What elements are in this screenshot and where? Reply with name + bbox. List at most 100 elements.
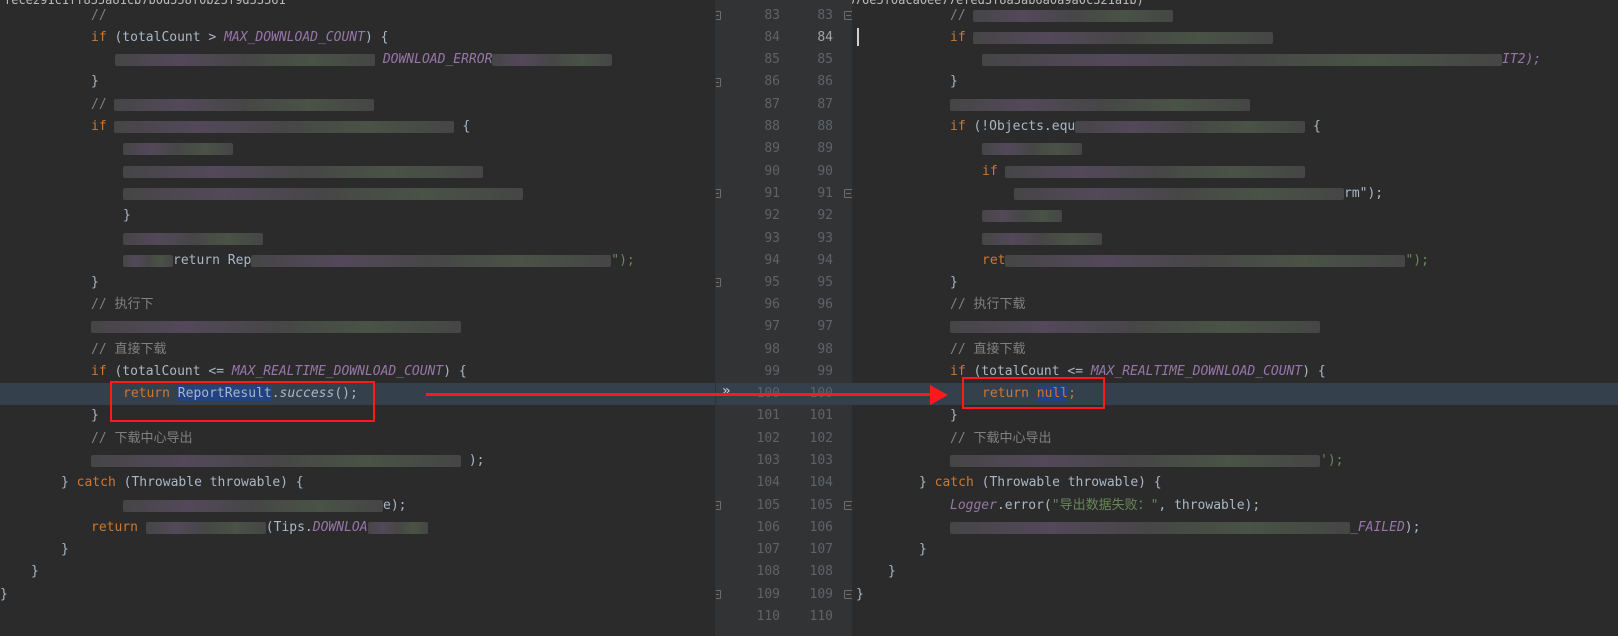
left-line-number: 110 [756,609,780,624]
fold-marker-icon[interactable] [716,11,721,20]
code-line: // 直接下载 [950,342,1026,357]
code-line: // [91,8,107,23]
code-line: ret "); [982,253,1429,268]
code-line: if [852,27,1618,49]
code-line: IT2); [852,49,1618,71]
left-line-number: 87 [764,97,780,112]
code-line: if (totalCount > MAX_DOWNLOAD_COUNT) { [91,30,389,45]
code-line: // 下载中心导出 [950,431,1052,446]
left-line-number: 99 [764,364,780,379]
right-line-number: 102 [809,431,833,446]
code-line [852,138,1618,160]
code-line: // 执行下 [91,297,154,312]
code-line: if (totalCount <= MAX_REALTIME_DOWNLOAD_… [91,364,467,379]
code-line: } catch (Throwable throwable) { [919,475,1162,490]
fold-marker-icon[interactable] [716,189,721,198]
code-line: ); [0,450,715,472]
left-line-number: 101 [756,408,780,423]
right-line-number: 98 [817,342,833,357]
fold-marker-icon[interactable] [716,590,721,599]
left-line-number: 103 [756,453,780,468]
code-line: } [950,275,958,290]
code-line: } [919,542,927,557]
left-line-number: 90 [764,164,780,179]
left-line-number: 85 [764,52,780,67]
code-line: return (Tips.DOWNLOA [0,517,715,539]
left-line-number: 95 [764,275,780,290]
diff-gutter: 83 83 84 84 85 85 86 86 87 87 88 88 89 89 90 90 91 91 92 92… [715,0,853,636]
left-line-number: 98 [764,342,780,357]
code-line: _FAILED); [852,517,1618,539]
right-line-number: 88 [817,119,833,134]
code-line [852,316,1618,338]
right-line-number: 104 [809,475,833,490]
code-line [0,161,715,183]
code-line: } [950,74,958,89]
left-line-number: 104 [756,475,780,490]
annotation-arrow-line [426,393,938,396]
code-line: } [91,275,99,290]
right-line-number: 86 [817,74,833,89]
right-line-number: 91 [817,186,833,201]
code-line: // [852,5,1618,27]
right-line-number: 99 [817,364,833,379]
code-line: } [0,587,8,602]
code-line: } [31,564,39,579]
code-line: if (!Objects.equ { [950,119,1321,134]
left-line-number: 86 [764,74,780,89]
fold-marker-icon[interactable] [716,501,721,510]
right-line-number: 89 [817,141,833,156]
left-line-number: 92 [764,208,780,223]
right-line-number: 96 [817,297,833,312]
code-line [0,316,715,338]
right-line-number: 92 [817,208,833,223]
code-line: rm"); [852,183,1618,205]
code-line: } [91,74,99,89]
right-line-number: 101 [809,408,833,423]
code-line [0,183,715,205]
left-line-number: 102 [756,431,780,446]
left-line-number: 94 [764,253,780,268]
right-line-number: 103 [809,453,833,468]
text-caret [857,28,859,46]
code-line: '); [852,450,1618,472]
code-line: } [61,542,69,557]
annotation-arrow-head-icon [930,385,948,405]
right-line-number: 85 [817,52,833,67]
code-line: Logger.error("导出数据失败：", throwable); [950,498,1261,513]
code-line [852,94,1618,116]
code-line [852,205,1618,227]
fold-marker-icon[interactable] [716,78,721,87]
code-line: if { [91,119,471,134]
left-line-number: 83 [764,8,780,23]
code-line: } [123,208,131,223]
code-line: } [856,587,864,602]
right-line-number: 106 [809,520,833,535]
highlight-box-right [962,377,1105,409]
fold-marker-icon[interactable] [716,278,721,287]
code-line: e); [0,495,715,517]
code-line: } catch (Throwable throwable) { [61,475,304,490]
right-line-number: 93 [817,231,833,246]
code-line: // 下载中心导出 [91,431,193,446]
left-editor-pane[interactable]: fece291c1ff855a81cb7b0d558f0b25f9d53561 … [0,0,715,636]
code-line: DOWNLOAD_ERROR [0,49,715,71]
right-editor-pane[interactable]: Local (076e5f0aca0ee77efed3f8a5ab6a0a9a0… [852,0,1618,636]
right-line-number: 90 [817,164,833,179]
code-line: // 执行下载 [950,297,1026,312]
code-line: } [888,564,896,579]
left-line-number: 97 [764,319,780,334]
code-line [852,228,1618,250]
highlight-box-left [110,381,375,422]
right-line-number: 97 [817,319,833,334]
left-line-number: 106 [756,520,780,535]
left-line-number: 88 [764,119,780,134]
left-line-number: 84 [764,30,780,45]
left-line-number: 107 [756,542,780,557]
right-line-number: 107 [809,542,833,557]
code-line [0,138,715,160]
right-line-number: 94 [817,253,833,268]
left-line-number: 91 [764,186,780,201]
apply-change-chevron-icon[interactable]: » [722,383,730,399]
left-line-number: 109 [756,587,780,602]
